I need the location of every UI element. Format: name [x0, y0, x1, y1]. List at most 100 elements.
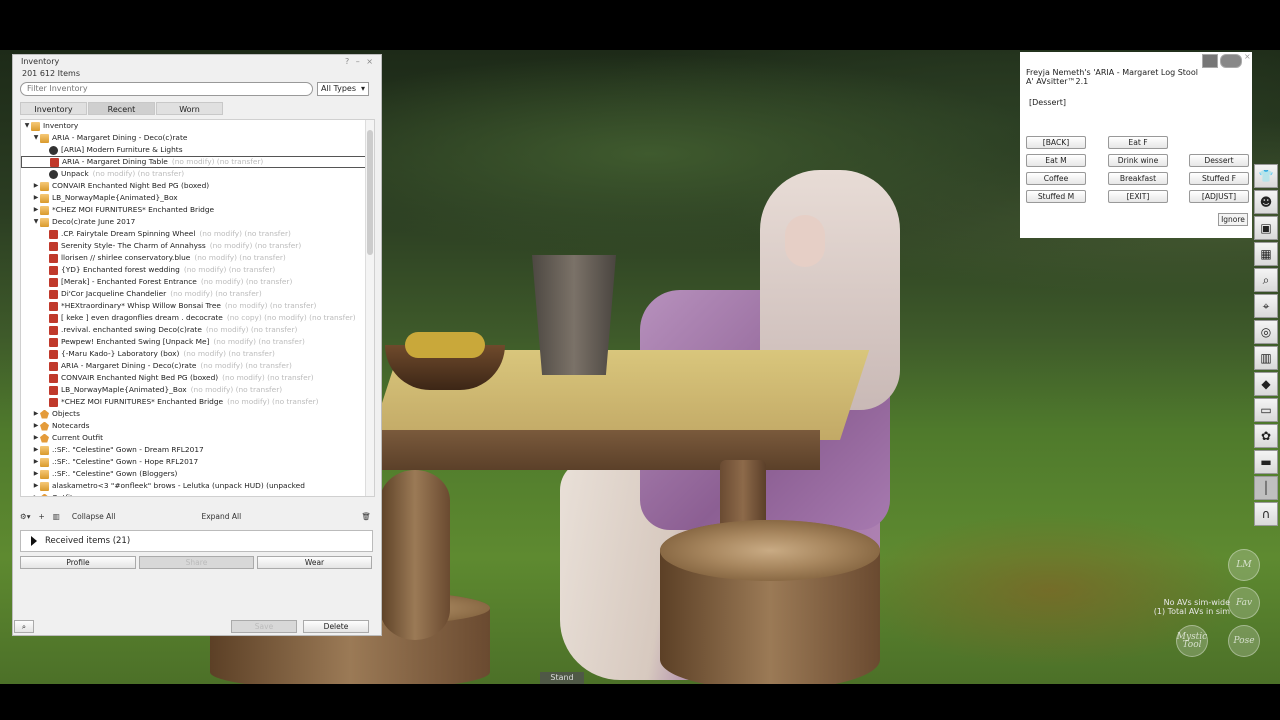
- avsitter-dialog[interactable]: × Freyja Nemeth's 'ARIA - Margaret Log S…: [1020, 52, 1252, 238]
- filter-input[interactable]: Filter Inventory: [20, 82, 313, 96]
- shirt-icon[interactable]: 👕: [1254, 164, 1278, 188]
- radar-icon[interactable]: ◎: [1254, 320, 1278, 344]
- chevron-right-icon[interactable]: ▶: [32, 420, 40, 432]
- dialog-button-back[interactable]: [BACK]: [1026, 136, 1086, 149]
- dialog-button-stuffed-f[interactable]: Stuffed F: [1189, 172, 1249, 185]
- dialog-button-dessert[interactable]: Dessert: [1189, 154, 1249, 167]
- tree-row[interactable]: ▶ CONVAIR Enchanted Night Bed PG (boxed): [21, 180, 374, 192]
- tree-row[interactable]: ▶ .:SF:. "Celestine" Gown (Bloggers): [21, 468, 374, 480]
- hud-lm-button[interactable]: LM: [1228, 549, 1260, 581]
- tree-row[interactable]: ▼ Inventory: [21, 120, 374, 132]
- world-map-icon[interactable]: ▥: [1254, 346, 1278, 370]
- inventory-icon[interactable]: ▣: [1254, 216, 1278, 240]
- vase[interactable]: [532, 255, 616, 375]
- received-items-accordion[interactable]: Received items (21): [20, 530, 373, 552]
- camera-icon[interactable]: ▬: [1254, 450, 1278, 474]
- tree-row[interactable]: ▼ Deco(c)rate June 2017: [21, 216, 374, 228]
- tree-row[interactable]: ▼ ARIA - Margaret Dining - Deco(c)rate: [21, 132, 374, 144]
- tree-row[interactable]: Di'Cor Jacqueline Chandelier (no modify) …: [21, 288, 374, 300]
- tree-scrollbar[interactable]: [365, 120, 374, 496]
- ignore-button[interactable]: Ignore: [1218, 213, 1248, 226]
- tree-row[interactable]: CONVAIR Enchanted Night Bed PG (boxed) (n…: [21, 372, 374, 384]
- chevron-right-icon[interactable]: ▶: [32, 180, 40, 192]
- dialog-button-breakfast[interactable]: Breakfast: [1108, 172, 1168, 185]
- tree-row[interactable]: ▶ LB_NorwayMaple{Animated}_Box: [21, 192, 374, 204]
- tab-inventory[interactable]: Inventory: [20, 102, 87, 115]
- dialog-button-coffee[interactable]: Coffee: [1026, 172, 1086, 185]
- tree-row[interactable]: ARIA - Margaret Dining Table (no modify) …: [21, 156, 374, 168]
- dialog-button-adjust[interactable]: [ADJUST]: [1189, 190, 1249, 203]
- inventory-titlebar[interactable]: Inventory ? – ×: [13, 55, 381, 69]
- chevron-right-icon[interactable]: ▶: [32, 432, 40, 444]
- dialog-button-drink-wine[interactable]: Drink wine: [1108, 154, 1168, 167]
- tree-row[interactable]: ARIA - Margaret Dining - Deco(c)rate (no …: [21, 360, 374, 372]
- tree-row[interactable]: [Merak] - Enchanted Forest Entrance (no m…: [21, 276, 374, 288]
- chevron-right-icon[interactable]: ▶: [32, 456, 40, 468]
- trash-icon[interactable]: 🗑: [361, 512, 371, 521]
- inventory-window[interactable]: Inventory ? – × 201 612 Items Filter Inv…: [12, 54, 382, 636]
- dialog-button-stuffed-m[interactable]: Stuffed M: [1026, 190, 1086, 203]
- hud-pose-button[interactable]: Pose: [1228, 625, 1260, 657]
- people-icon[interactable]: ☻: [1254, 190, 1278, 214]
- hud-fav-button[interactable]: Fav: [1228, 587, 1260, 619]
- tab-recent[interactable]: Recent: [88, 102, 155, 115]
- minimize-icon[interactable]: –: [356, 57, 360, 66]
- chevron-right-icon[interactable]: ▶: [32, 192, 40, 204]
- chevron-right-icon[interactable]: ▶: [32, 480, 40, 492]
- tree-row[interactable]: ▶ Outfits: [21, 492, 374, 496]
- hud-mystic-tool-button[interactable]: Mystic Tool: [1176, 625, 1208, 657]
- build-icon[interactable]: ◆: [1254, 372, 1278, 396]
- tree-row[interactable]: Pewpew! Enchanted Swing [Unpack Me] (no m…: [21, 336, 374, 348]
- help-icon[interactable]: ?: [345, 57, 349, 66]
- tree-row[interactable]: Unpack (no modify) (no transfer): [21, 168, 374, 180]
- tree-row[interactable]: [ keke ] even dragonflies dream . decocr…: [21, 312, 374, 324]
- tree-row[interactable]: [ARIA] Modern Furniture & Lights: [21, 144, 374, 156]
- chevron-down-icon[interactable]: ▼: [23, 120, 31, 132]
- chevron-right-icon[interactable]: ▶: [32, 408, 40, 420]
- map-icon[interactable]: ▦: [1254, 242, 1278, 266]
- close-icon[interactable]: ×: [366, 57, 373, 66]
- chevron-right-icon[interactable]: ▶: [32, 204, 40, 216]
- close-icon[interactable]: ×: [1244, 52, 1251, 61]
- tree-row[interactable]: ▶ Notecards: [21, 420, 374, 432]
- tree-row[interactable]: llorisen // shirlee conservatory.blue (no…: [21, 252, 374, 264]
- tree-row[interactable]: ▶ *CHEZ MOI FURNITURES* Enchanted Bridge: [21, 204, 374, 216]
- expand-all-button[interactable]: Expand All: [201, 512, 241, 521]
- search-icon[interactable]: ⌕: [1254, 268, 1278, 292]
- tree-row[interactable]: .revival. enchanted swing Deco(c)rate (no…: [21, 324, 374, 336]
- headset-icon[interactable]: ∩: [1254, 502, 1278, 526]
- settings-icon[interactable]: ✿: [1254, 424, 1278, 448]
- tree-row[interactable]: {-Maru Kado-} Laboratory (box) (no modify…: [21, 348, 374, 360]
- gear-icon[interactable]: ⚙▾: [20, 512, 31, 521]
- tree-row[interactable]: .CP. Fairytale Dream Spinning Wheel (no m…: [21, 228, 374, 240]
- scroll-thumb[interactable]: [367, 130, 373, 255]
- type-filter-select[interactable]: All Types ▾: [317, 82, 369, 96]
- slider-icon[interactable]: ┃: [1254, 476, 1278, 500]
- share-button[interactable]: Share: [139, 556, 254, 569]
- log-stool-front[interactable]: [660, 520, 880, 684]
- tree-row[interactable]: ▶ alaskametro<3 "#onfleek" brows - Lelutk…: [21, 480, 374, 492]
- chevron-down-icon[interactable]: ▼: [32, 216, 40, 228]
- chevron-right-icon[interactable]: ▶: [32, 468, 40, 480]
- tree-row[interactable]: Serenity Style- The Charm of Annahyss (no…: [21, 240, 374, 252]
- search-icon[interactable]: ⌕: [14, 620, 34, 633]
- stand-button[interactable]: Stand: [540, 672, 584, 684]
- log-stool-back[interactable]: [380, 470, 450, 640]
- chevron-down-icon[interactable]: ▼: [32, 132, 40, 144]
- dialog-button-eat-f[interactable]: Eat F: [1108, 136, 1168, 149]
- chevron-right-icon[interactable]: ▶: [32, 492, 40, 496]
- tree-row[interactable]: ▶ Current Outfit: [21, 432, 374, 444]
- save-button[interactable]: Save: [231, 620, 297, 633]
- profile-button[interactable]: Profile: [20, 556, 136, 569]
- dialog-button-exit[interactable]: [EXIT]: [1108, 190, 1168, 203]
- tree-row[interactable]: ▶ Objects: [21, 408, 374, 420]
- snapshot-icon[interactable]: ▭: [1254, 398, 1278, 422]
- add-icon[interactable]: +: [39, 512, 45, 521]
- dialog-button-eat-m[interactable]: Eat M: [1026, 154, 1086, 167]
- tree-row[interactable]: ▶ .:SF:. "Celestine" Gown - Dream RFL2017: [21, 444, 374, 456]
- tree-row[interactable]: LB_NorwayMaple{Animated}_Box (no modify) …: [21, 384, 374, 396]
- tree-row[interactable]: {YD} Enchanted forest wedding (no modify)…: [21, 264, 374, 276]
- trash-folder-icon[interactable]: ▥: [53, 512, 60, 521]
- chevron-right-icon[interactable]: ▶: [32, 444, 40, 456]
- collapse-all-button[interactable]: Collapse All: [72, 512, 116, 521]
